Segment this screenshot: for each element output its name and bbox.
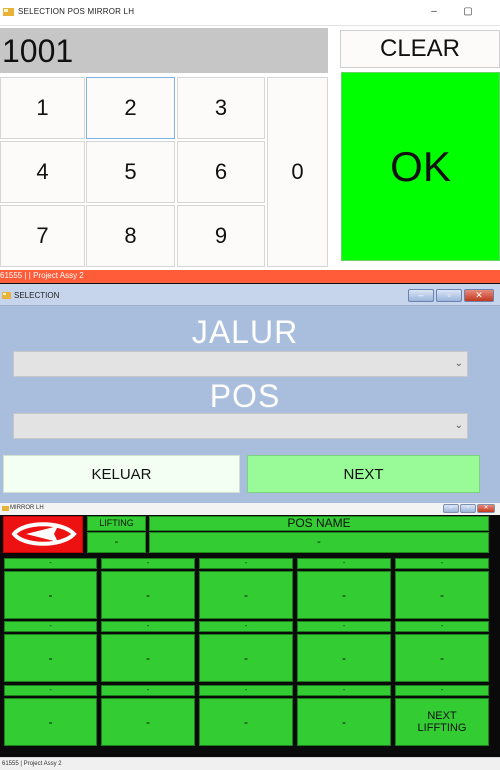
grid-cell-label: - bbox=[4, 558, 97, 569]
minimize-button[interactable]: – bbox=[408, 289, 434, 302]
keypad-title-bar: SELECTION POS MIRROR LH – ▢ bbox=[0, 0, 500, 26]
selection-title-bar: SELECTION – ▫ ✕ bbox=[0, 284, 500, 306]
grid-cell-label: - bbox=[297, 558, 391, 569]
close-button[interactable]: ✕ bbox=[464, 289, 494, 302]
grid-cell-label: - bbox=[4, 685, 97, 696]
keluar-button[interactable]: KELUAR bbox=[3, 455, 240, 493]
grid-cell-label: - bbox=[297, 685, 391, 696]
pos-name-value: - bbox=[149, 532, 489, 553]
lifting-header: LIFTING bbox=[87, 516, 146, 531]
minimize-button[interactable]: – bbox=[443, 504, 459, 513]
app-icon bbox=[2, 292, 11, 299]
selection-window: SELECTION – ▫ ✕ JALUR ⌄ POS ⌄ KELUAR NEX… bbox=[0, 284, 500, 503]
grid-cell[interactable]: - bbox=[395, 571, 489, 619]
chevron-down-icon: ⌄ bbox=[454, 420, 463, 431]
grid-cell[interactable]: - bbox=[101, 571, 195, 619]
key-9[interactable]: 9 bbox=[177, 205, 265, 267]
clear-button[interactable]: CLEAR bbox=[340, 30, 500, 68]
key-7[interactable]: 7 bbox=[0, 205, 85, 267]
key-8[interactable]: 8 bbox=[86, 205, 175, 267]
logo bbox=[3, 516, 83, 553]
mirror-window-title: MIRROR LH bbox=[10, 505, 44, 511]
grid-cell[interactable]: - bbox=[4, 698, 97, 746]
key-6[interactable]: 6 bbox=[177, 141, 265, 203]
grid-cell[interactable]: - bbox=[199, 698, 293, 746]
lifting-value: - bbox=[87, 532, 146, 553]
chevron-down-icon: ⌄ bbox=[454, 358, 463, 369]
pos-dropdown[interactable]: ⌄ bbox=[13, 413, 468, 439]
maximize-button[interactable]: ▫ bbox=[460, 504, 476, 513]
grid-cell-label: - bbox=[4, 621, 97, 632]
grid-cell[interactable]: - bbox=[4, 571, 97, 619]
key-2[interactable]: 2 bbox=[86, 77, 175, 139]
daihatsu-logo-icon bbox=[11, 522, 77, 546]
grid-cell[interactable]: - bbox=[297, 571, 391, 619]
grid-cell-label: - bbox=[101, 685, 195, 696]
pos-name-header: POS NAME bbox=[149, 516, 489, 531]
key-0[interactable]: 0 bbox=[267, 77, 328, 267]
minimize-button[interactable]: – bbox=[427, 5, 441, 19]
grid-cell[interactable]: - bbox=[297, 634, 391, 682]
ok-button[interactable]: OK bbox=[341, 72, 500, 261]
grid-cell[interactable]: - bbox=[199, 634, 293, 682]
mirror-status-text: 61555 | Project Assy 2 bbox=[2, 761, 62, 767]
maximize-button[interactable]: ▢ bbox=[461, 5, 475, 19]
keypad-window-title: SELECTION POS MIRROR LH bbox=[18, 7, 135, 16]
pos-label: POS bbox=[209, 378, 281, 414]
next-button[interactable]: NEXT bbox=[247, 455, 480, 493]
grid-cell-label: - bbox=[199, 621, 293, 632]
maximize-button[interactable]: ▫ bbox=[436, 289, 462, 302]
app-icon bbox=[3, 8, 14, 16]
keypad-status-text: 61555 | | Project Assy 2 bbox=[0, 271, 84, 280]
grid-cell-label: - bbox=[199, 685, 293, 696]
close-button[interactable]: ✕ bbox=[477, 504, 495, 513]
grid-cell-label: - bbox=[395, 621, 489, 632]
grid-cell[interactable]: - bbox=[101, 634, 195, 682]
mirror-status-bar: 61555 | Project Assy 2 bbox=[0, 757, 500, 770]
grid-cell-label: - bbox=[395, 558, 489, 569]
grid-cell[interactable]: - bbox=[101, 698, 195, 746]
grid-cell-label: - bbox=[101, 558, 195, 569]
key-4[interactable]: 4 bbox=[0, 141, 85, 203]
keypad-status-bar: 61555 | | Project Assy 2 bbox=[0, 270, 500, 283]
jalur-label: JALUR bbox=[191, 314, 299, 350]
grid-cell-label: - bbox=[199, 558, 293, 569]
mirror-window: MIRROR LH – ▫ ✕ LIFTING - POS NAME - - -… bbox=[0, 503, 500, 770]
selection-window-title: SELECTION bbox=[14, 291, 60, 300]
next-lifting-button[interactable]: NEXT LIFFTING bbox=[395, 698, 489, 746]
jalur-dropdown[interactable]: ⌄ bbox=[13, 351, 468, 377]
keypad-window: SELECTION POS MIRROR LH – ▢ 1001 1 2 3 4… bbox=[0, 0, 500, 283]
grid-cell-label: - bbox=[395, 685, 489, 696]
keypad-display: 1001 bbox=[0, 28, 328, 73]
key-1[interactable]: 1 bbox=[0, 77, 85, 139]
grid-cell[interactable]: - bbox=[199, 571, 293, 619]
grid-cell-label: - bbox=[297, 621, 391, 632]
mirror-title-bar: MIRROR LH – ▫ ✕ bbox=[0, 503, 500, 515]
grid-cell[interactable]: - bbox=[297, 698, 391, 746]
app-icon bbox=[2, 506, 9, 511]
grid-cell-label: - bbox=[101, 621, 195, 632]
grid-cell[interactable]: - bbox=[4, 634, 97, 682]
key-5[interactable]: 5 bbox=[86, 141, 175, 203]
key-3[interactable]: 3 bbox=[177, 77, 265, 139]
display-value: 1001 bbox=[2, 33, 74, 69]
grid-cell[interactable]: - bbox=[395, 634, 489, 682]
